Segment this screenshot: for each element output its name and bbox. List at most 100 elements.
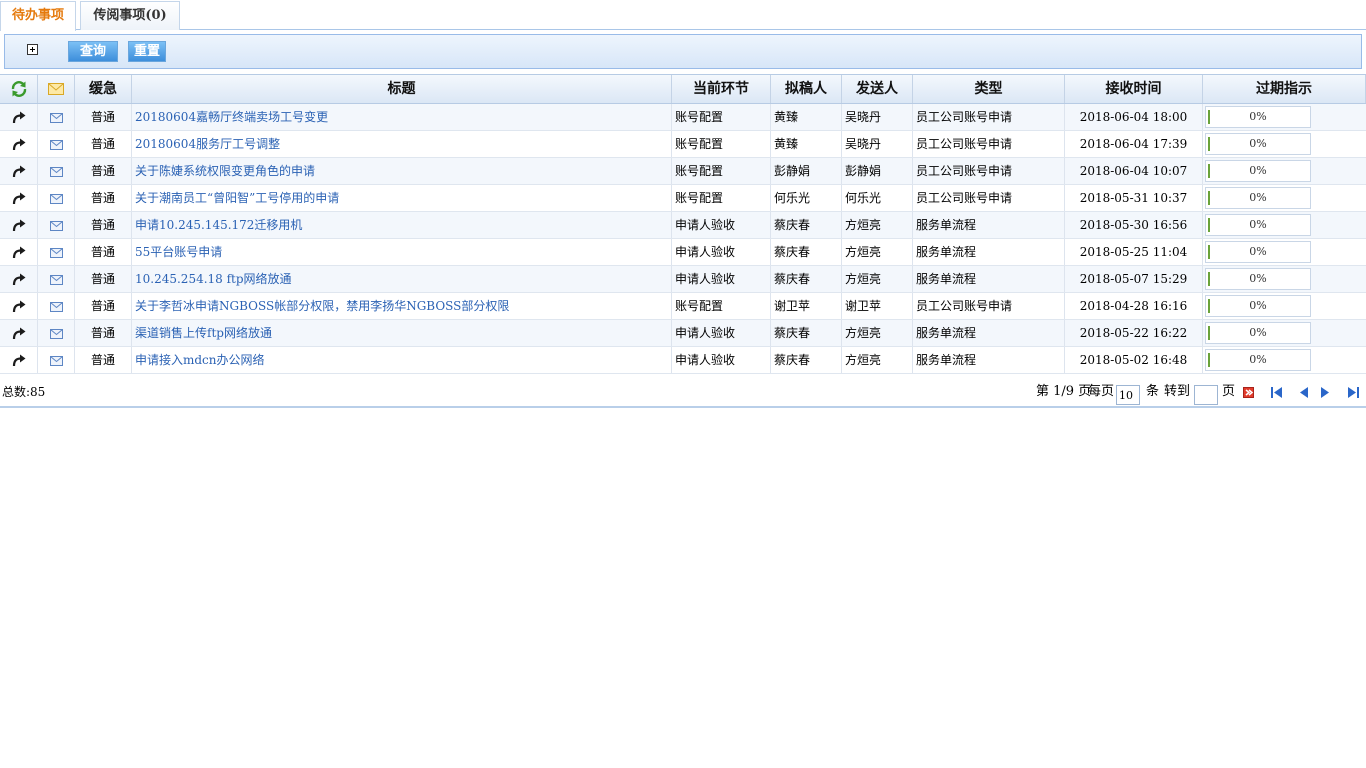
- header-type[interactable]: 类型: [913, 75, 1065, 103]
- forward-arrow-icon[interactable]: [12, 245, 26, 259]
- expiry-percent: 0%: [1249, 218, 1267, 231]
- row-sender: 方烜亮: [842, 347, 913, 373]
- row-sender: 方烜亮: [842, 320, 913, 346]
- forward-arrow-icon[interactable]: [12, 272, 26, 286]
- row-action-cell: [0, 239, 38, 265]
- row-title-link[interactable]: 申请接入mdcn办公网络: [135, 353, 265, 367]
- pager: 第 1/9 页 每页 条 转到 页: [1036, 376, 1366, 408]
- forward-arrow-icon[interactable]: [12, 326, 26, 340]
- header-sender[interactable]: 发送人: [842, 75, 913, 103]
- forward-arrow-icon[interactable]: [12, 191, 26, 205]
- envelope-icon[interactable]: [49, 326, 63, 340]
- row-expiry-cell: 0%: [1203, 293, 1366, 319]
- table-row[interactable]: 普通 渠道销售上传ftp网络放通 申请人验收 蔡庆春 方烜亮 服务单流程 2018-05-2…: [0, 320, 1366, 347]
- refresh-icon[interactable]: [10, 81, 28, 97]
- forward-arrow-icon[interactable]: [12, 353, 26, 367]
- expiry-progress-bar: 0%: [1205, 241, 1311, 263]
- table-row[interactable]: 普通 申请10.245.145.172迁移用机 申请人验收 蔡庆春 方烜亮 服务单流程 20…: [0, 212, 1366, 239]
- search-toolbar: 查询 重置: [4, 34, 1362, 69]
- tab-circulate[interactable]: 传阅事项(0): [80, 1, 180, 30]
- header-urgency[interactable]: 缓急: [75, 75, 132, 103]
- expiry-progress-bar: 0%: [1205, 268, 1311, 290]
- expiry-percent: 0%: [1249, 137, 1267, 150]
- row-title-link[interactable]: 10.245.254.18 ftp网络放通: [135, 272, 292, 286]
- row-action-cell: [0, 212, 38, 238]
- task-grid: 缓急 标题 当前环节 拟稿人 发送人 类型 接收时间 过期指示 普通 201806…: [0, 74, 1366, 374]
- row-title-link[interactable]: 关于陈婕系统权限变更角色的申请: [135, 164, 315, 178]
- row-title-link[interactable]: 申请10.245.145.172迁移用机: [135, 218, 302, 232]
- row-title-link[interactable]: 关于潮南员工“曾阳智”工号停用的申请: [135, 191, 339, 205]
- total-count: 总数:85: [2, 385, 46, 399]
- forward-arrow-icon[interactable]: [12, 164, 26, 178]
- envelope-icon[interactable]: [49, 218, 63, 232]
- table-row[interactable]: 普通 10.245.254.18 ftp网络放通 申请人验收 蔡庆春 方烜亮 服务单流程 2…: [0, 266, 1366, 293]
- row-type: 员工公司账号申请: [913, 293, 1065, 319]
- reset-button[interactable]: 重置: [128, 41, 166, 62]
- row-title-cell: 关于陈婕系统权限变更角色的申请: [132, 158, 672, 184]
- row-title-link[interactable]: 55平台账号申请: [135, 245, 222, 259]
- row-action-cell: [0, 347, 38, 373]
- next-page-icon[interactable]: [1320, 386, 1330, 402]
- header-expiry[interactable]: 过期指示: [1203, 75, 1366, 103]
- header-node[interactable]: 当前环节: [672, 75, 771, 103]
- envelope-icon[interactable]: [49, 191, 63, 205]
- row-urgency: 普通: [75, 158, 132, 184]
- tab-bar: 待办事项 传阅事项(0): [0, 0, 1366, 31]
- expiry-percent: 0%: [1249, 164, 1267, 177]
- first-page-icon[interactable]: [1270, 386, 1283, 402]
- forward-arrow-icon[interactable]: [12, 110, 26, 124]
- go-icon[interactable]: [1243, 387, 1254, 401]
- header-title[interactable]: 标题: [132, 75, 672, 103]
- table-row[interactable]: 普通 申请接入mdcn办公网络 申请人验收 蔡庆春 方烜亮 服务单流程 2018-05-02…: [0, 347, 1366, 374]
- query-button[interactable]: 查询: [68, 41, 118, 62]
- row-title-link[interactable]: 关于李哲冰申请NGBOSS帐部分权限，禁用李扬华NGBOSS部分权限: [135, 299, 509, 313]
- row-title-cell: 55平台账号申请: [132, 239, 672, 265]
- prev-page-icon[interactable]: [1299, 386, 1309, 402]
- forward-arrow-icon[interactable]: [12, 137, 26, 151]
- table-row[interactable]: 普通 20180604服务厅工号调整 账号配置 黄臻 吴晓丹 员工公司账号申请 2018-0…: [0, 131, 1366, 158]
- row-action-cell: [0, 266, 38, 292]
- row-type: 服务单流程: [913, 266, 1065, 292]
- table-row[interactable]: 普通 55平台账号申请 申请人验收 蔡庆春 方烜亮 服务单流程 2018-05-25 11:…: [0, 239, 1366, 266]
- forward-arrow-icon[interactable]: [12, 218, 26, 232]
- row-title-link[interactable]: 20180604服务厅工号调整: [135, 137, 280, 151]
- envelope-icon[interactable]: [49, 299, 63, 313]
- row-mail-cell: [38, 320, 75, 346]
- row-action-cell: [0, 320, 38, 346]
- expiry-percent: 0%: [1249, 299, 1267, 312]
- table-row[interactable]: 普通 20180604嘉畅厅终端卖场工号变更 账号配置 黄臻 吴晓丹 员工公司账号申请 20…: [0, 104, 1366, 131]
- envelope-icon[interactable]: [49, 110, 63, 124]
- header-received[interactable]: 接收时间: [1065, 75, 1203, 103]
- row-sender: 方烜亮: [842, 239, 913, 265]
- table-row[interactable]: 普通 关于李哲冰申请NGBOSS帐部分权限，禁用李扬华NGBOSS部分权限 账号配置…: [0, 293, 1366, 320]
- envelope-icon[interactable]: [49, 164, 63, 178]
- envelope-icon[interactable]: [49, 272, 63, 286]
- row-mail-cell: [38, 185, 75, 211]
- goto-page-input[interactable]: [1194, 385, 1218, 405]
- row-mail-cell: [38, 239, 75, 265]
- row-title-link[interactable]: 渠道销售上传ftp网络放通: [135, 326, 272, 340]
- table-row[interactable]: 普通 关于潮南员工“曾阳智”工号停用的申请 账号配置 何乐光 何乐光 员工公司账号申请 20…: [0, 185, 1366, 212]
- row-expiry-cell: 0%: [1203, 347, 1366, 373]
- expand-plus-icon[interactable]: [27, 44, 38, 55]
- row-title-cell: 10.245.254.18 ftp网络放通: [132, 266, 672, 292]
- envelope-icon[interactable]: [49, 245, 63, 259]
- header-drafter[interactable]: 拟稿人: [771, 75, 842, 103]
- envelope-icon[interactable]: [49, 353, 63, 367]
- envelope-icon[interactable]: [49, 137, 63, 151]
- table-row[interactable]: 普通 关于陈婕系统权限变更角色的申请 账号配置 彭静娟 彭静娟 员工公司账号申请 2018-…: [0, 158, 1366, 185]
- row-type: 服务单流程: [913, 212, 1065, 238]
- row-type: 员工公司账号申请: [913, 158, 1065, 184]
- row-expiry-cell: 0%: [1203, 212, 1366, 238]
- forward-arrow-icon[interactable]: [12, 299, 26, 313]
- tab-todo[interactable]: 待办事项: [0, 1, 76, 31]
- per-page-input[interactable]: [1116, 385, 1140, 405]
- row-drafter: 黄臻: [771, 104, 842, 130]
- row-title-link[interactable]: 20180604嘉畅厅终端卖场工号变更: [135, 110, 328, 124]
- row-urgency: 普通: [75, 212, 132, 238]
- expiry-percent: 0%: [1249, 326, 1267, 339]
- row-node: 申请人验收: [672, 320, 771, 346]
- last-page-icon[interactable]: [1347, 386, 1360, 402]
- row-sender: 吴晓丹: [842, 131, 913, 157]
- row-urgency: 普通: [75, 185, 132, 211]
